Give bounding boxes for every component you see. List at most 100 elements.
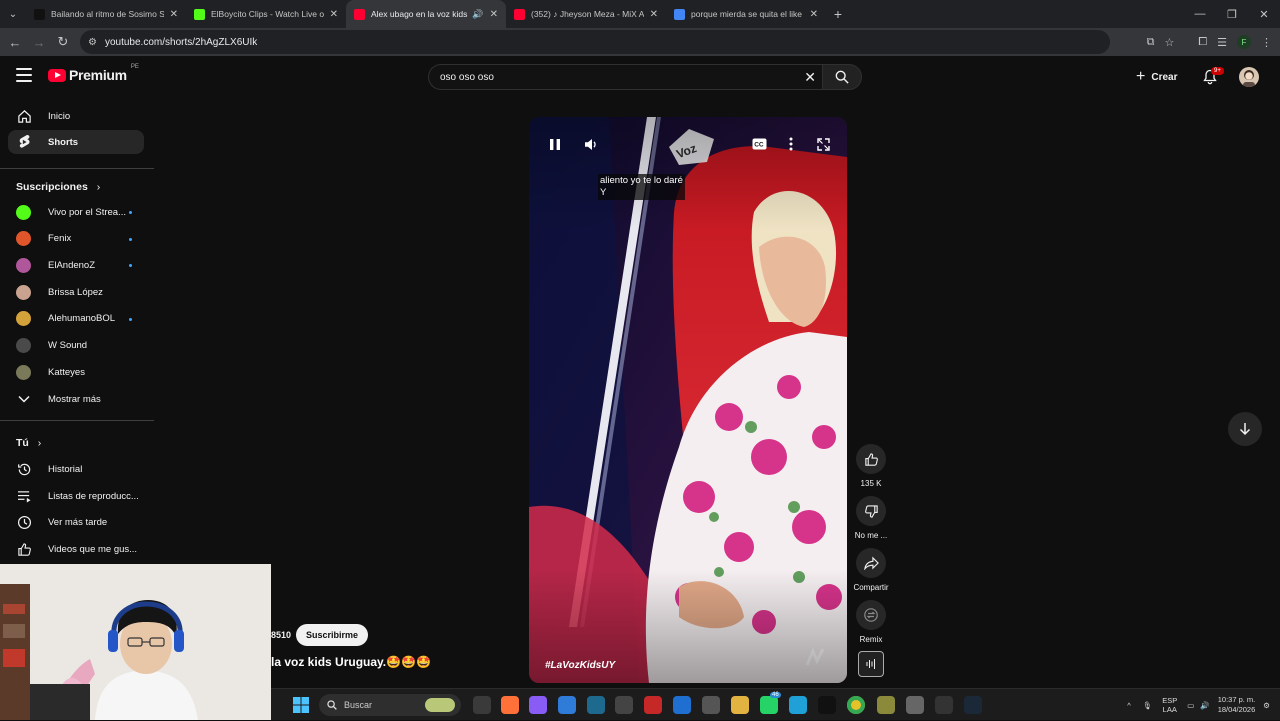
sidebar-subscription-item[interactable]: W Sound bbox=[8, 334, 144, 358]
clock[interactable]: 10:37 p. m. 18/04/2026 bbox=[1218, 695, 1256, 715]
sidebar-item-liked-videos[interactable]: Videos que me gus... bbox=[8, 537, 144, 561]
create-button[interactable]: + Crear bbox=[1136, 68, 1177, 86]
store-icon[interactable] bbox=[558, 696, 576, 714]
taskbar-search[interactable]: Buscar bbox=[319, 694, 461, 716]
captions-button[interactable]: CC bbox=[750, 135, 768, 153]
site-info-icon[interactable]: ⚙ bbox=[88, 37, 97, 48]
profile-avatar[interactable]: F bbox=[1237, 35, 1251, 49]
tray-overflow-icon[interactable]: ^ bbox=[1127, 701, 1131, 710]
whatsapp-icon[interactable] bbox=[760, 696, 778, 714]
omnibox[interactable]: ⚙ youtube.com/shorts/2hAgZLX6UIk bbox=[80, 30, 1110, 54]
restore-button[interactable]: ❐ bbox=[1216, 0, 1248, 28]
sidebar-subscription-item[interactable]: Brissa López bbox=[8, 280, 144, 304]
address-toolbar: ← → ↻ ⚙ youtube.com/shorts/2hAgZLX6UIk ⧉… bbox=[0, 28, 1280, 56]
tab-audio-icon[interactable]: 🔊 bbox=[472, 9, 483, 20]
app-gray-icon[interactable] bbox=[702, 696, 720, 714]
short-description: la voz kids Uruguay.🤩🤩🤩 bbox=[271, 655, 431, 669]
sidebar-subscription-item[interactable]: AlehumanoBOL bbox=[8, 307, 144, 331]
sidebar-item-shorts[interactable]: Shorts bbox=[8, 130, 144, 154]
close-tab-icon[interactable]: ✕ bbox=[650, 9, 658, 20]
microphone-icon[interactable]: 🎙 bbox=[1143, 701, 1153, 710]
outlook-icon[interactable] bbox=[673, 696, 691, 714]
notification-center-icon[interactable]: ⚙ bbox=[1263, 701, 1270, 710]
channel-name-fragment[interactable]: 8510 bbox=[271, 630, 291, 640]
extensions-icon[interactable]: ⧠ bbox=[1198, 36, 1207, 49]
channel-name: W Sound bbox=[48, 340, 88, 351]
folder-icon[interactable] bbox=[731, 696, 749, 714]
app-bird-icon[interactable] bbox=[935, 696, 953, 714]
install-app-icon[interactable]: ⧉ bbox=[1147, 36, 1155, 49]
sidebar-subscription-item[interactable]: ElAndenoZ bbox=[8, 253, 144, 277]
network-icon[interactable]: ▭ bbox=[1187, 701, 1194, 710]
close-tab-icon[interactable]: ✕ bbox=[810, 9, 818, 20]
sidebar-item-watch-later[interactable]: Ver más tarde bbox=[8, 510, 144, 534]
remix-icon bbox=[864, 608, 878, 622]
tab-search-dropdown[interactable]: ⌄ bbox=[0, 0, 26, 28]
volume-button[interactable] bbox=[582, 135, 600, 153]
more-options-button[interactable] bbox=[782, 135, 800, 153]
minimize-button[interactable]: — bbox=[1184, 0, 1216, 28]
like-button[interactable]: 135 K bbox=[852, 444, 890, 488]
reload-button[interactable]: ↻ bbox=[51, 34, 75, 50]
windows-start-icon[interactable] bbox=[293, 697, 309, 713]
browser-tab[interactable]: Alex ubago en la voz kids U 🔊 ✕ bbox=[346, 0, 506, 28]
youtube-premium-logo[interactable]: Premium PE bbox=[48, 64, 139, 83]
terminal-icon[interactable] bbox=[587, 696, 605, 714]
pause-button[interactable] bbox=[546, 135, 564, 153]
bookmark-star-icon[interactable]: ☆ bbox=[1164, 36, 1174, 49]
system-tray: ^ 🎙 ESP LAA ▭ 🔊 10:37 p. m. 18/04/2026 ⚙ bbox=[1127, 689, 1280, 721]
close-window-button[interactable]: ✕ bbox=[1248, 0, 1280, 28]
file-explorer-icon[interactable] bbox=[473, 696, 491, 714]
clear-search-icon[interactable]: ✕ bbox=[804, 69, 816, 86]
home-icon bbox=[16, 108, 32, 124]
menu-icon[interactable] bbox=[16, 68, 32, 82]
next-short-button[interactable] bbox=[1228, 412, 1262, 446]
tab-search-icon[interactable]: ☰ bbox=[1217, 36, 1227, 49]
copilot-icon[interactable] bbox=[529, 696, 547, 714]
browser-menu-icon[interactable]: ⋮ bbox=[1261, 36, 1272, 49]
close-tab-icon[interactable]: ✕ bbox=[170, 9, 178, 20]
dislike-button[interactable]: No me ... bbox=[852, 496, 890, 540]
subscriptions-heading[interactable]: Suscripciones › bbox=[16, 181, 100, 193]
steam-icon[interactable] bbox=[964, 696, 982, 714]
history-icon bbox=[16, 461, 32, 477]
firefox-icon[interactable] bbox=[501, 696, 519, 714]
share-label: Compartir bbox=[853, 583, 889, 592]
search-button[interactable] bbox=[822, 64, 862, 90]
sidebar-subscription-item[interactable]: Katteyes bbox=[8, 360, 144, 384]
app-yellow-icon[interactable] bbox=[877, 696, 895, 714]
edge-icon[interactable] bbox=[789, 696, 807, 714]
forward-button[interactable]: → bbox=[27, 35, 51, 50]
browser-tab[interactable]: Bailando al ritmo de Sosimo Sa ✕ bbox=[26, 0, 186, 28]
sidebar-item-inicio[interactable]: Inicio bbox=[8, 104, 144, 128]
sidebar-subscription-item[interactable]: Fenix bbox=[8, 227, 144, 251]
app-recorder-icon[interactable] bbox=[906, 696, 924, 714]
back-button[interactable]: ← bbox=[3, 35, 27, 50]
close-tab-icon[interactable]: ✕ bbox=[330, 9, 338, 20]
close-tab-icon[interactable]: ✕ bbox=[490, 9, 498, 20]
share-button[interactable]: Compartir bbox=[852, 548, 890, 592]
sidebar-item-playlists[interactable]: Listas de reproducc... bbox=[8, 484, 144, 508]
settings-icon[interactable] bbox=[615, 696, 633, 714]
fullscreen-button[interactable] bbox=[814, 135, 832, 153]
language-indicator[interactable]: ESP LAA bbox=[1162, 696, 1177, 714]
sidebar-item-historial[interactable]: Historial bbox=[8, 457, 144, 481]
subscribe-button[interactable]: Suscribirme bbox=[296, 624, 368, 646]
browser-tab[interactable]: porque mierda se quita el like ✕ bbox=[666, 0, 826, 28]
original-sound-button[interactable] bbox=[858, 651, 884, 677]
caption-line: Y bbox=[600, 187, 607, 198]
remix-button[interactable]: Remix bbox=[852, 600, 890, 644]
show-more-button[interactable]: Mostrar más bbox=[8, 387, 144, 411]
app-red-icon[interactable] bbox=[644, 696, 662, 714]
new-tab-button[interactable]: + bbox=[826, 6, 850, 22]
sidebar-subscription-item[interactable]: Vivo por el Strea... bbox=[8, 200, 144, 224]
account-avatar[interactable] bbox=[1239, 67, 1259, 87]
chrome-icon[interactable] bbox=[847, 696, 865, 714]
browser-tab[interactable]: ElBoycito Clips - Watch Live on ✕ bbox=[186, 0, 346, 28]
speaker-icon[interactable]: 🔊 bbox=[1200, 701, 1209, 710]
browser-tab[interactable]: (352) ♪ Jheyson Meza - MiX As ✕ bbox=[506, 0, 666, 28]
tiktok-icon[interactable] bbox=[818, 696, 836, 714]
you-heading[interactable]: Tú › bbox=[16, 437, 41, 449]
shorts-video-player[interactable]: Voz bbox=[529, 117, 847, 683]
search-input[interactable] bbox=[440, 71, 780, 83]
